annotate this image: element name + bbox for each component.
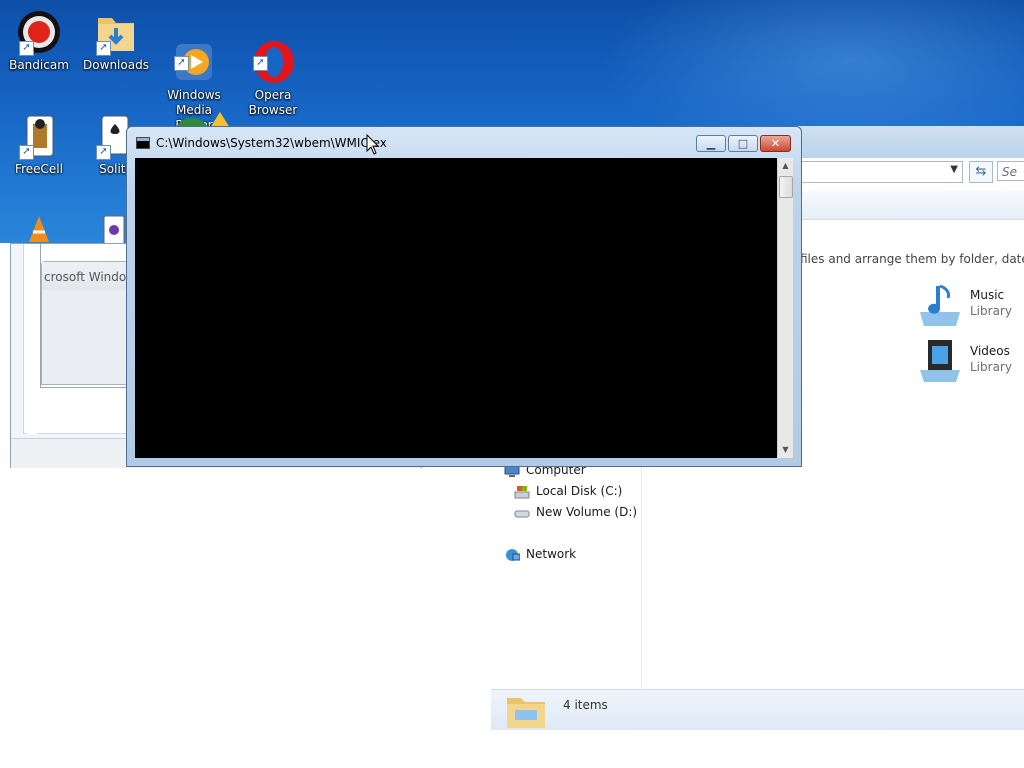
minimize-icon: ▁ xyxy=(706,137,716,150)
scroll-down-icon[interactable]: ▼ xyxy=(778,442,793,458)
desktop-icon-label: Downloads xyxy=(83,58,149,72)
folder-download-icon: ➚ xyxy=(92,8,140,56)
nav-label: New Volume (D:) xyxy=(536,505,638,519)
maximize-icon: □ xyxy=(737,137,749,150)
bandicam-icon: ➚ xyxy=(15,8,63,56)
opera-icon: ➚ xyxy=(249,23,297,83)
library-subtitle: Library xyxy=(970,304,1012,318)
spider-solitaire-icon[interactable] xyxy=(100,214,128,243)
address-bar[interactable]: ▼ xyxy=(791,161,963,183)
desktop-icon-label: Opera Browser xyxy=(248,88,298,117)
vlc-icon[interactable] xyxy=(24,214,54,243)
shortcut-arrow-icon: ➚ xyxy=(96,145,111,160)
network-icon xyxy=(504,548,521,562)
chevron-down-icon[interactable]: ▼ xyxy=(950,164,958,175)
maximize-button[interactable]: □ xyxy=(728,135,758,152)
videos-library-icon xyxy=(916,338,964,384)
library-subtitle: Library xyxy=(970,360,1012,374)
scroll-up-icon[interactable]: ▲ xyxy=(778,158,793,174)
shortcut-arrow-icon: ➚ xyxy=(19,145,34,160)
refresh-button[interactable]: ⇆ xyxy=(969,161,993,183)
freecell-icon: ➚ xyxy=(15,112,63,160)
nav-label: Local Disk (C:) xyxy=(536,484,623,498)
media-player-icon: ➚ xyxy=(170,23,218,80)
local-disk-icon xyxy=(514,485,530,499)
shortcut-arrow-icon: ➚ xyxy=(253,56,268,71)
desktop-icon-label: FreeCell xyxy=(15,162,63,176)
scrollbar-thumb[interactable] xyxy=(779,176,793,198)
shortcut-arrow-icon: ➚ xyxy=(19,41,34,56)
folder-icon xyxy=(505,692,547,728)
vertical-scrollbar[interactable]: ▲ ▼ xyxy=(777,158,793,458)
library-description: files and arrange them by folder, date, … xyxy=(800,252,1024,266)
desktop-icon-downloads[interactable]: ➚ Downloads xyxy=(78,8,154,73)
drive-icon xyxy=(514,506,530,520)
nav-item-local-disk[interactable]: Local Disk (C:) xyxy=(514,484,622,502)
desktop-icon-label: Bandicam xyxy=(9,58,69,72)
close-button[interactable]: ✕ xyxy=(760,135,791,152)
library-name: Videos xyxy=(970,344,1010,358)
nav-label: Network xyxy=(526,547,577,561)
search-input[interactable]: Se xyxy=(997,161,1024,181)
library-name: Music xyxy=(970,288,1005,302)
desktop-icon-freecell[interactable]: ➚ FreeCell xyxy=(1,112,77,177)
desktop-icon-opera-browser[interactable]: ➚ Opera Browser xyxy=(235,8,311,133)
navigation-pane: Computer Local Disk (C:) New Volume (D:)… xyxy=(491,461,642,691)
details-pane: 4 items xyxy=(491,689,1024,730)
library-music[interactable]: Music Library xyxy=(916,282,1024,326)
wmic-console-window[interactable]: C:\Windows\System32\wbem\WMIC.ex ▁ □ ✕ ▲… xyxy=(126,126,802,467)
window-title: C:\Windows\System32\wbem\WMIC.ex xyxy=(156,136,387,150)
desktop-icon-bandicam[interactable]: ➚ Bandicam xyxy=(1,8,77,73)
nav-item-network[interactable]: Network xyxy=(504,547,576,565)
library-videos[interactable]: Videos Library xyxy=(916,338,1024,382)
nav-item-new-volume[interactable]: New Volume (D:) xyxy=(514,505,637,523)
item-count: 4 items xyxy=(563,698,608,712)
shortcut-arrow-icon: ➚ xyxy=(96,41,111,56)
close-icon: ✕ xyxy=(770,137,781,150)
music-library-icon xyxy=(916,282,964,328)
minimize-button[interactable]: ▁ xyxy=(696,135,726,152)
console-icon xyxy=(136,137,150,149)
ghost-gap xyxy=(27,388,37,434)
console-output[interactable] xyxy=(135,158,777,458)
mouse-cursor-icon xyxy=(366,133,380,156)
shortcut-arrow-icon: ➚ xyxy=(174,56,189,71)
